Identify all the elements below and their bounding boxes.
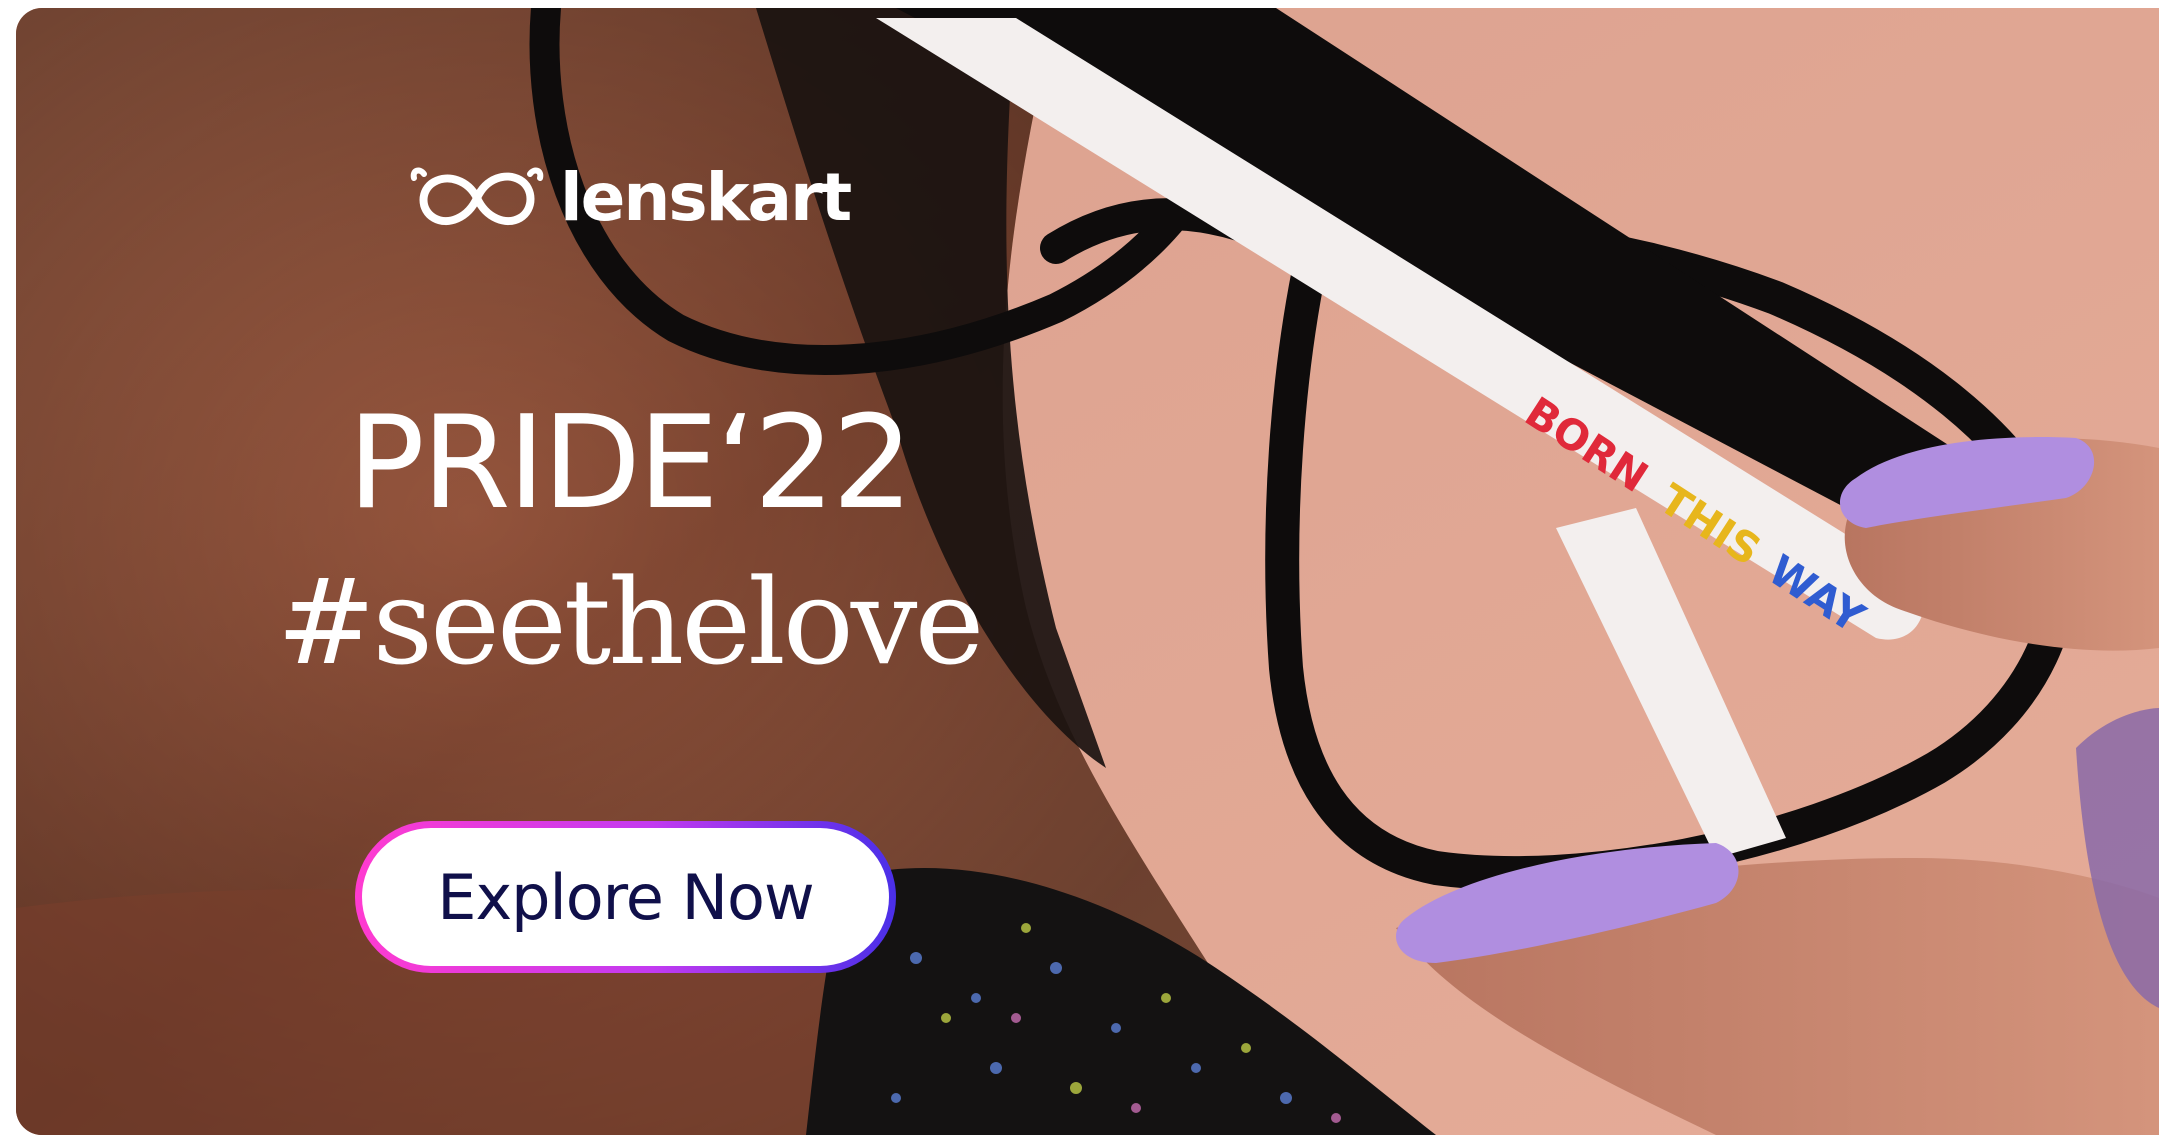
temple-word-way: WAY (1760, 545, 1874, 643)
pride-banner[interactable]: BORN THIS WAY lenskart PRIDE‘22 #seethel… (16, 8, 2159, 1135)
brand-logo[interactable]: lenskart (408, 158, 852, 238)
temple-word-born: BORN (1517, 387, 1657, 502)
temple-word-this: THIS (1651, 474, 1770, 575)
brand-name: lenskart (560, 159, 852, 236)
lenskart-logo-icon (410, 167, 544, 226)
explore-now-label: Explore Now (362, 828, 889, 966)
campaign-headline: PRIDE‘22 (347, 389, 914, 538)
campaign-hashtag: #seethelove (276, 553, 985, 691)
explore-now-button[interactable]: Explore Now (355, 821, 896, 973)
